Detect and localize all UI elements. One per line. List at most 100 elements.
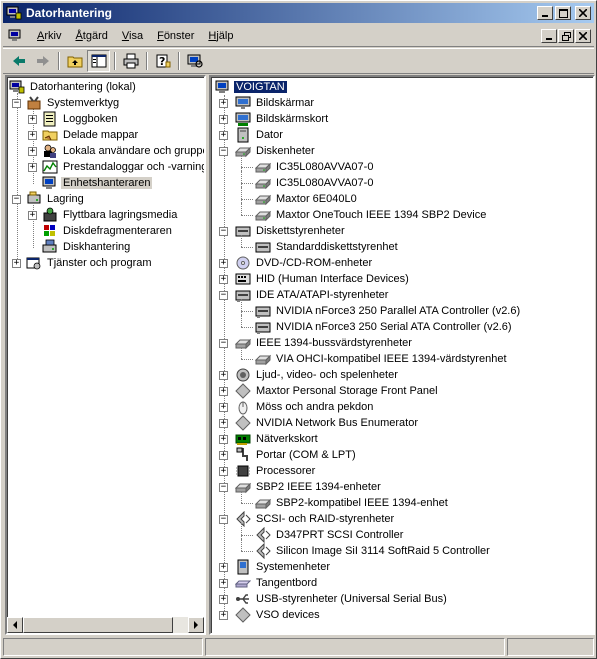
tree-item-loggboken[interactable]: Loggboken <box>42 111 119 127</box>
expand-systemenheter[interactable]: + <box>219 563 228 572</box>
console-tree-pane[interactable]: Datorhantering (lokal) − Systemverktyg +… <box>5 75 206 635</box>
scroll-track[interactable] <box>173 617 188 633</box>
up-one-level-button[interactable] <box>63 50 86 72</box>
device-node-maxtor-onetouch-ieee-1394-sbp2-device[interactable]: Maxtor OneTouch IEEE 1394 SBP2 Device <box>255 207 488 223</box>
tree-item-prestandaloggar[interactable]: Prestandaloggar och -varningar <box>42 159 204 175</box>
collapse-diskettstyrenheter[interactable]: − <box>219 227 228 236</box>
collapse-sbp2-ieee-1394-enheter[interactable]: − <box>219 483 228 492</box>
doc-close-button[interactable] <box>575 29 591 43</box>
menu-visa[interactable]: Visa <box>115 30 150 42</box>
expand-flyttbara[interactable]: + <box>28 211 37 220</box>
expand-dvd-cd-rom-enheter[interactable]: + <box>219 259 228 268</box>
device-node-hid-human-interface-devices[interactable]: HID (Human Interface Devices) <box>235 271 411 287</box>
device-node-nvidia-nforce3-250-parallel-ata-controller-v2-6[interactable]: NVIDIA nForce3 250 Parallel ATA Controll… <box>255 303 522 319</box>
expand-portar-com-lpt[interactable]: + <box>219 451 228 460</box>
scan-hardware-button[interactable] <box>183 50 206 72</box>
doc-minimize-button[interactable] <box>541 29 557 43</box>
forward-button[interactable] <box>31 50 54 72</box>
expand-lokala-anvandare[interactable]: + <box>28 147 37 156</box>
device-node-moss-och-andra-pekdon[interactable]: Möss och andra pekdon <box>235 399 375 415</box>
expand-nvidia-network-bus-enumerator[interactable]: + <box>219 419 228 428</box>
device-node-dvd-cd-rom-enheter[interactable]: DVD-/CD-ROM-enheter <box>235 255 374 271</box>
device-node-vso-devices[interactable]: VSO devices <box>235 607 322 623</box>
device-node-natverkskort[interactable]: Nätverkskort <box>235 431 320 447</box>
expand-tjanster[interactable]: + <box>12 259 21 268</box>
collapse-ieee-1394-bussvardstyrenheter[interactable]: − <box>219 339 228 348</box>
console-document-icon[interactable] <box>8 28 24 44</box>
menu-fonster[interactable]: Fönster <box>150 30 201 42</box>
help-button[interactable]: ? <box>151 50 174 72</box>
device-node-d347prt-scsi-controller[interactable]: D347PRT SCSI Controller <box>255 527 405 543</box>
device-node-ide-ata-atapi-styrenheter[interactable]: IDE ATA/ATAPI-styrenheter <box>235 287 390 303</box>
maximize-button[interactable] <box>555 6 571 20</box>
device-node-maxtor-6e040l0[interactable]: Maxtor 6E040L0 <box>255 191 359 207</box>
scroll-left-button[interactable] <box>7 617 23 633</box>
collapse-ide-ata-atapi-styrenheter[interactable]: − <box>219 291 228 300</box>
expand-maxtor-personal-storage-front-panel[interactable]: + <box>219 387 228 396</box>
device-node-bildskarmar[interactable]: Bildskärmar <box>235 95 316 111</box>
tree-item-enhetshanteraren[interactable]: Enhetshanteraren <box>42 175 153 191</box>
expand-loggboken[interactable]: + <box>28 115 37 124</box>
collapse-scsi-och-raid-styrenheter[interactable]: − <box>219 515 228 524</box>
menu-arkiv[interactable]: Arkiv <box>30 30 68 42</box>
expand-tangentbord[interactable]: + <box>219 579 228 588</box>
tree-item-tjanster[interactable]: Tjänster och program <box>26 255 154 271</box>
collapse-lagring[interactable]: − <box>12 195 21 204</box>
expand-hid-human-interface-devices[interactable]: + <box>219 275 228 284</box>
device-node-silicon-image-sii-3114-softraid-5-controller[interactable]: Silicon Image SiI 3114 SoftRaid 5 Contro… <box>255 543 492 559</box>
expand-processorer[interactable]: + <box>219 467 228 476</box>
scroll-right-button[interactable] <box>188 617 204 633</box>
device-list-pane[interactable]: VOIGTAN + Bildskärmar + Bildskärmskort + Dato… <box>209 75 595 635</box>
expand-usb-styrenheter-universal-serial-bus[interactable]: + <box>219 595 228 604</box>
device-node-bildskarmskort[interactable]: Bildskärmskort <box>235 111 330 127</box>
device-node-ic35l080avva07-0[interactable]: IC35L080AVVA07-0 <box>255 159 375 175</box>
device-node-processorer[interactable]: Processorer <box>235 463 317 479</box>
show-hide-tree-button[interactable] <box>87 50 110 72</box>
expand-bildskarmskort[interactable]: + <box>219 115 228 124</box>
device-node-ic35l080avva07-0[interactable]: IC35L080AVVA07-0 <box>255 175 375 191</box>
doc-restore-button[interactable] <box>558 29 574 43</box>
device-node-portar-com-lpt[interactable]: Portar (COM & LPT) <box>235 447 358 463</box>
scroll-thumb[interactable] <box>23 617 173 633</box>
device-node-nvidia-nforce3-250-serial-ata-controller-v2-6[interactable]: NVIDIA nForce3 250 Serial ATA Controller… <box>255 319 514 335</box>
device-node-via-ohci-kompatibel-ieee-1394-vardstyrenhet[interactable]: VIA OHCI-kompatibel IEEE 1394-värdstyren… <box>255 351 509 367</box>
minimize-button[interactable] <box>537 6 553 20</box>
tree-item-diskdefrag[interactable]: Diskdefragmenteraren <box>42 223 174 239</box>
device-node-ieee-1394-bussvardstyrenheter[interactable]: IEEE 1394-bussvärdstyrenheter <box>235 335 414 351</box>
collapse-diskenheter[interactable]: − <box>219 147 228 156</box>
tree-item-flyttbara[interactable]: Flyttbara lagringsmedia <box>42 207 179 223</box>
device-node-systemenheter[interactable]: Systemenheter <box>235 559 332 575</box>
device-tree-root[interactable]: VOIGTAN <box>215 79 288 95</box>
tree-item-lagring[interactable]: Lagring <box>26 191 86 207</box>
title-bar[interactable]: Datorhantering <box>3 3 594 23</box>
device-node-dator[interactable]: Dator <box>235 127 285 143</box>
close-button[interactable] <box>575 6 591 20</box>
expand-moss-och-andra-pekdon[interactable]: + <box>219 403 228 412</box>
device-node-scsi-och-raid-styrenheter[interactable]: SCSI- och RAID-styrenheter <box>235 511 396 527</box>
print-button[interactable] <box>119 50 142 72</box>
tree-item-systemverktyg[interactable]: Systemverktyg <box>26 95 121 111</box>
device-node-sbp2-ieee-1394-enheter[interactable]: SBP2 IEEE 1394-enheter <box>235 479 383 495</box>
tree-item-delade-mappar[interactable]: Delade mappar <box>42 127 140 143</box>
collapse-systemverktyg[interactable]: − <box>12 99 21 108</box>
device-node-maxtor-personal-storage-front-panel[interactable]: Maxtor Personal Storage Front Panel <box>235 383 440 399</box>
expand-natverkskort[interactable]: + <box>219 435 228 444</box>
device-node-standarddiskettstyrenhet[interactable]: Standarddiskettstyrenhet <box>255 239 400 255</box>
device-node-diskettstyrenheter[interactable]: Diskettstyrenheter <box>235 223 347 239</box>
device-node-ljud-video-och-spelenheter[interactable]: Ljud-, video- och spelenheter <box>235 367 400 383</box>
expand-vso-devices[interactable]: + <box>219 611 228 620</box>
tree-item-lokala-anvandare[interactable]: Lokala användare och grupper <box>42 143 204 159</box>
tree-item-computer-management[interactable]: Datorhantering (lokal) <box>9 79 138 95</box>
tree-item-diskhantering[interactable]: Diskhantering <box>42 239 132 255</box>
expand-delade-mappar[interactable]: + <box>28 131 37 140</box>
expand-ljud-video-och-spelenheter[interactable]: + <box>219 371 228 380</box>
menu-hjalp[interactable]: Hjälp <box>201 30 240 42</box>
back-button[interactable] <box>7 50 30 72</box>
menu-atgard[interactable]: Åtgärd <box>68 30 114 42</box>
left-pane-horizontal-scrollbar[interactable] <box>7 617 204 633</box>
device-node-usb-styrenheter-universal-serial-bus[interactable]: USB-styrenheter (Universal Serial Bus) <box>235 591 449 607</box>
device-node-tangentbord[interactable]: Tangentbord <box>235 575 319 591</box>
device-node-sbp2-kompatibel-ieee-1394-enhet[interactable]: SBP2-kompatibel IEEE 1394-enhet <box>255 495 450 511</box>
expand-prestandaloggar[interactable]: + <box>28 163 37 172</box>
expand-dator[interactable]: + <box>219 131 228 140</box>
